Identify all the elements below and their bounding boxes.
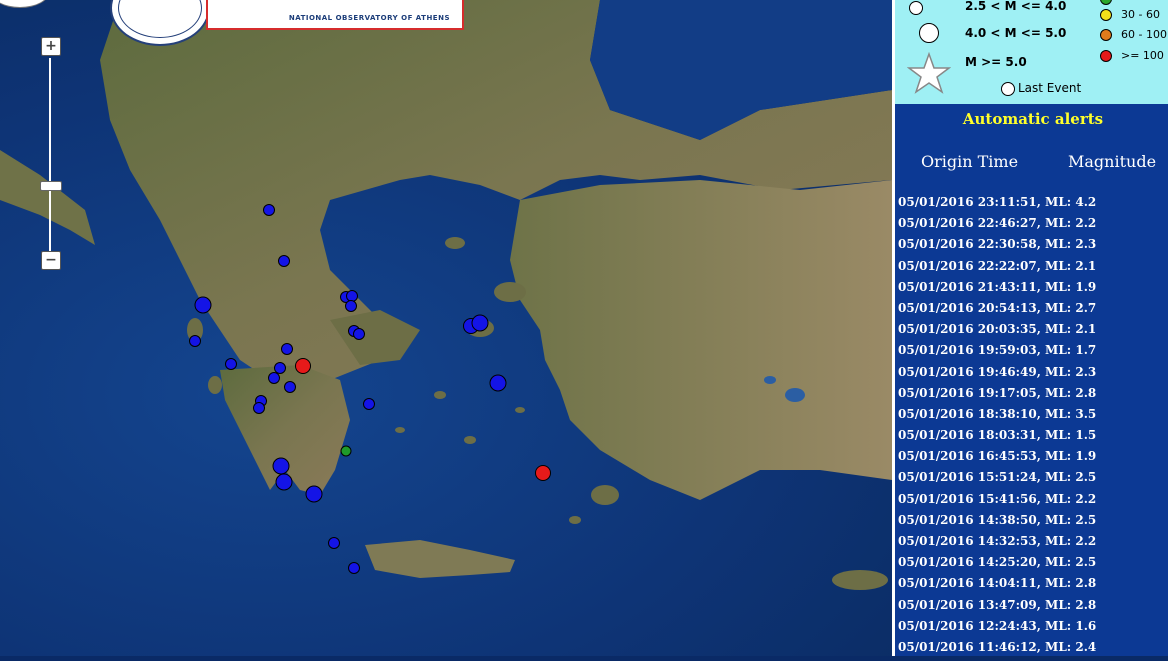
event-row[interactable]: 05/01/2016 19:17:05, ML: 2.8 xyxy=(898,386,1168,407)
legend-magnitude-label: 4.0 < M <= 5.0 xyxy=(965,26,1067,40)
zoom-in-button[interactable]: + xyxy=(41,37,61,56)
event-marker[interactable] xyxy=(284,381,296,393)
event-marker[interactable] xyxy=(225,358,237,370)
event-list: 05/01/2016 23:11:51, ML: 4.2 05/01/2016 … xyxy=(898,195,1168,661)
magnitude-small-symbol xyxy=(909,1,923,15)
event-marker[interactable] xyxy=(189,335,201,347)
age-range-label: >= 100 xyxy=(1121,49,1164,62)
event-row[interactable]: 05/01/2016 14:32:53, ML: 2.2 xyxy=(898,534,1168,555)
event-row[interactable]: 05/01/2016 18:03:31, ML: 1.5 xyxy=(898,428,1168,449)
event-marker[interactable] xyxy=(363,398,375,410)
event-marker[interactable] xyxy=(281,343,293,355)
event-marker[interactable] xyxy=(305,485,323,503)
zoom-slider-handle[interactable] xyxy=(40,181,62,191)
alerts-title: Automatic alerts xyxy=(962,110,1104,128)
age-range-label: 60 - 100 xyxy=(1121,28,1167,41)
zoom-slider-track[interactable] xyxy=(49,58,51,253)
event-marker[interactable] xyxy=(353,328,365,340)
star-icon xyxy=(907,52,951,94)
event-marker[interactable] xyxy=(275,473,293,491)
event-marker[interactable] xyxy=(268,372,280,384)
side-panel: 2.5 < M <= 4.0 4.0 < M <= 5.0 M >= 5.0 L… xyxy=(892,0,1168,656)
event-row[interactable]: 05/01/2016 22:30:58, ML: 2.3 xyxy=(898,237,1168,258)
map-terrain xyxy=(0,0,892,590)
age-swatch-partial xyxy=(1100,0,1112,5)
event-row[interactable]: 05/01/2016 12:24:43, ML: 1.6 xyxy=(898,619,1168,640)
event-row[interactable]: 05/01/2016 21:43:11, ML: 1.9 xyxy=(898,280,1168,301)
event-row[interactable]: 05/01/2016 20:54:13, ML: 2.7 xyxy=(898,301,1168,322)
event-row[interactable]: 05/01/2016 15:51:24, ML: 2.5 xyxy=(898,470,1168,491)
event-row[interactable]: 05/01/2016 14:04:11, ML: 2.8 xyxy=(898,576,1168,597)
event-row[interactable]: 05/01/2016 22:46:27, ML: 2.2 xyxy=(898,216,1168,237)
event-row[interactable]: 05/01/2016 15:41:56, ML: 2.2 xyxy=(898,492,1168,513)
event-row[interactable]: 05/01/2016 16:45:53, ML: 1.9 xyxy=(898,449,1168,470)
legend: 2.5 < M <= 4.0 4.0 < M <= 5.0 M >= 5.0 L… xyxy=(895,0,1168,104)
origin-time-header: Origin Time xyxy=(921,152,1019,171)
event-marker[interactable] xyxy=(535,465,551,481)
event-row[interactable]: 05/01/2016 13:47:09, ML: 2.8 xyxy=(898,598,1168,619)
event-marker[interactable] xyxy=(278,255,290,267)
event-row[interactable]: 05/01/2016 11:46:12, ML: 2.4 xyxy=(898,640,1168,661)
event-marker[interactable] xyxy=(272,457,290,475)
zoom-out-button[interactable]: − xyxy=(41,251,61,270)
event-row[interactable]: 05/01/2016 20:03:35, ML: 2.1 xyxy=(898,322,1168,343)
event-marker[interactable] xyxy=(348,562,360,574)
event-marker[interactable] xyxy=(471,314,489,332)
event-marker-latest[interactable] xyxy=(295,358,311,374)
legend-magnitude-label: M >= 5.0 xyxy=(965,55,1027,69)
observatory-name: NATIONAL OBSERVATORY OF ATHENS xyxy=(288,14,450,22)
age-range-label: 30 - 60 xyxy=(1121,8,1160,21)
last-event-symbol xyxy=(1001,82,1015,96)
event-row[interactable]: 05/01/2016 22:22:07, ML: 2.1 xyxy=(898,259,1168,280)
event-marker[interactable] xyxy=(489,374,507,392)
event-row[interactable]: 05/01/2016 14:25:20, ML: 2.5 xyxy=(898,555,1168,576)
event-marker[interactable] xyxy=(345,300,357,312)
earthquake-map[interactable]: NATIONAL OBSERVATORY OF ATHENS + − xyxy=(0,0,892,656)
legend-magnitude-label: 2.5 < M <= 4.0 xyxy=(965,0,1067,13)
event-row[interactable]: 05/01/2016 19:59:03, ML: 1.7 xyxy=(898,343,1168,364)
magnitude-medium-symbol xyxy=(919,23,939,43)
event-marker[interactable] xyxy=(253,402,265,414)
observatory-banner: NATIONAL OBSERVATORY OF ATHENS xyxy=(206,0,464,30)
last-event-label: Last Event xyxy=(1018,81,1082,95)
event-row[interactable]: 05/01/2016 23:11:51, ML: 4.2 xyxy=(898,195,1168,216)
event-row[interactable]: 05/01/2016 19:46:49, ML: 2.3 xyxy=(898,365,1168,386)
event-row[interactable]: 05/01/2016 18:38:10, ML: 3.5 xyxy=(898,407,1168,428)
event-marker[interactable] xyxy=(194,296,212,314)
event-marker[interactable] xyxy=(263,204,275,216)
event-marker[interactable] xyxy=(328,537,340,549)
event-row[interactable]: 05/01/2016 14:38:50, ML: 2.5 xyxy=(898,513,1168,534)
magnitude-header: Magnitude xyxy=(1068,152,1157,171)
event-marker[interactable] xyxy=(340,445,352,457)
age-swatch-yellow xyxy=(1100,9,1112,21)
age-swatch-red xyxy=(1100,50,1112,62)
age-swatch-orange xyxy=(1100,29,1112,41)
